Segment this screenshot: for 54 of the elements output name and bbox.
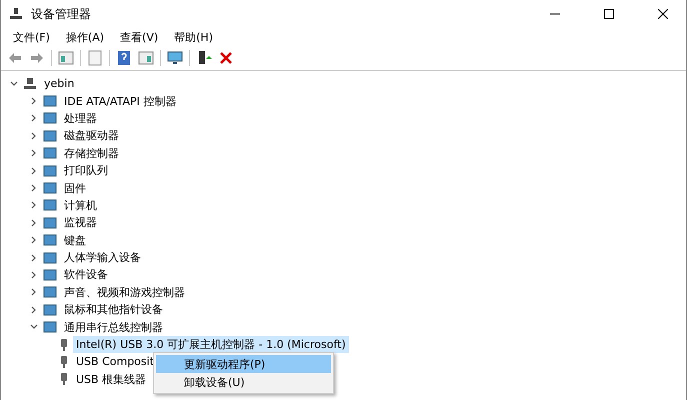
tree-item[interactable]: 计算机 xyxy=(61,196,100,214)
computer-icon xyxy=(23,76,37,91)
plug-icon xyxy=(59,338,69,352)
tree-item[interactable]: 声音、视频和游戏控制器 xyxy=(61,284,188,301)
device-icon xyxy=(43,216,57,229)
device-icon xyxy=(43,95,57,108)
panel-icon[interactable] xyxy=(58,50,74,66)
menu-item[interactable]: 帮助(H) xyxy=(166,28,221,46)
tree-item[interactable]: Intel(R) USB 3.0 可扩展主机控制器 - 1.0 (Microsoft) xyxy=(73,336,349,354)
tree-item[interactable]: 人体学输入设备 xyxy=(61,249,144,266)
plug-icon xyxy=(59,372,69,386)
plug-icon xyxy=(59,354,69,369)
device-icon xyxy=(43,130,57,142)
tree-item[interactable]: 软件设备 xyxy=(61,266,111,284)
device-icon xyxy=(43,182,57,194)
monitor-icon[interactable] xyxy=(167,50,183,66)
menu-item[interactable]: 卸载设备(U) xyxy=(156,373,331,391)
device-icon xyxy=(43,164,57,177)
tree-item[interactable]: 鼠标和其他指针设备 xyxy=(61,301,166,318)
tree-item[interactable]: USB 根集线器 xyxy=(73,370,150,388)
device-icon xyxy=(43,268,57,281)
device-icon xyxy=(43,234,57,246)
close-icon[interactable] xyxy=(658,9,668,19)
device-icon xyxy=(43,199,57,212)
window-title: 设备管理器 xyxy=(31,6,92,22)
menu-item[interactable]: 更新驱动程序(P) xyxy=(156,355,331,373)
properties-icon[interactable] xyxy=(87,50,103,66)
device-icon xyxy=(43,321,57,334)
delete-icon[interactable] xyxy=(218,50,234,66)
tree-item[interactable]: 磁盘驱动器 xyxy=(61,127,122,144)
tree-item[interactable]: 监视器 xyxy=(61,214,100,232)
tree-item[interactable]: 处理器 xyxy=(61,110,100,127)
device-icon xyxy=(43,286,57,298)
tree-item[interactable]: 打印队列 xyxy=(61,162,111,180)
menu-item[interactable]: 操作(A) xyxy=(58,28,112,46)
menu-item[interactable]: 文件(F) xyxy=(5,28,58,46)
device-icon xyxy=(43,112,57,124)
menu-item[interactable]: 查看(V) xyxy=(112,28,166,46)
tree-item[interactable]: 固件 xyxy=(61,180,89,197)
tree-item[interactable]: IDE ATA/ATAPI 控制器 xyxy=(61,92,180,110)
app-icon xyxy=(9,7,23,21)
help-icon[interactable] xyxy=(116,50,132,66)
device-icon xyxy=(43,147,57,160)
tree-item[interactable]: 键盘 xyxy=(61,232,89,249)
forward-icon[interactable] xyxy=(29,50,45,66)
panel-icon[interactable] xyxy=(138,50,154,66)
tree-item[interactable]: yebin xyxy=(41,76,78,92)
tree-item[interactable]: 存储控制器 xyxy=(61,144,122,162)
device-add-icon[interactable] xyxy=(196,50,212,66)
device-icon xyxy=(43,304,57,316)
tree-item[interactable]: 通用串行总线控制器 xyxy=(61,318,166,336)
maximize-icon[interactable] xyxy=(604,9,614,19)
device-icon xyxy=(43,252,57,264)
tree-item[interactable]: USB Composit xyxy=(73,354,158,370)
